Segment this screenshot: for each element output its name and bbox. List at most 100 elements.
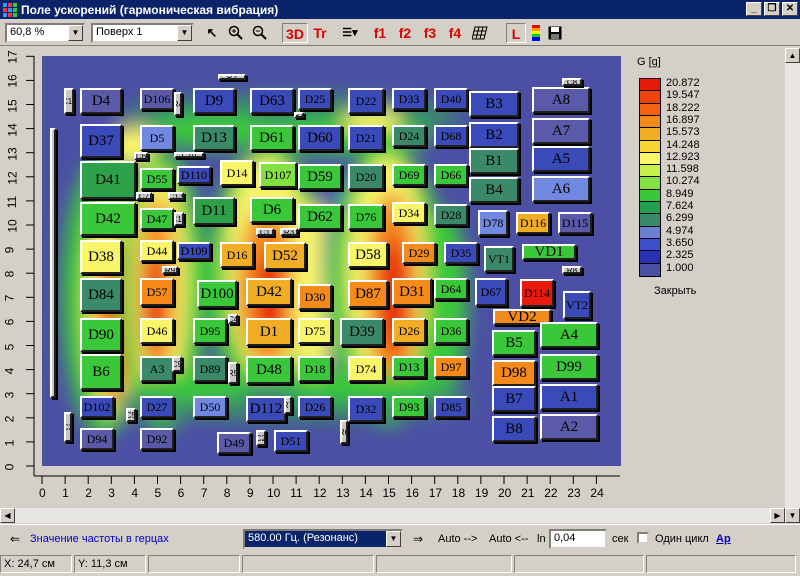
component-d32[interactable]: D32 [348,396,384,422]
component-a5[interactable]: A5 [532,146,590,172]
horizontal-scrollbar[interactable]: ◀ ▶ [0,508,785,523]
small-component-c1[interactable]: C1 [256,228,274,236]
chevron-down-icon[interactable]: ▼ [68,25,83,41]
component-d90[interactable]: D90 [80,318,122,352]
chevron-down-icon[interactable]: ▼ [177,25,192,41]
component-d16[interactable]: D16 [220,242,254,268]
component-d30[interactable]: D30 [298,284,332,310]
f2-button[interactable]: f2 [395,23,415,43]
component-d35[interactable]: D35 [444,242,478,264]
component-d18[interactable]: D18 [298,356,332,382]
component-d1[interactable]: D1 [246,318,292,346]
small-component-c4[interactable]: C4 [228,314,238,324]
small-component-c8[interactable]: C8 [562,78,582,86]
scroll-down-icon[interactable]: ▼ [785,508,800,523]
component-d11[interactable]: D11 [193,197,235,225]
small-component-r6[interactable]: R6 [340,420,348,444]
restore-button[interactable]: ❐ [764,2,780,16]
component-d61[interactable]: D61 [250,125,294,151]
component-d115[interactable]: D115 [558,212,592,234]
component-d68[interactable]: D68 [434,125,468,147]
component-d75[interactable]: D75 [298,318,332,344]
component-a8[interactable]: A8 [532,87,590,113]
component-d34[interactable]: D34 [392,202,426,224]
pointer-icon[interactable]: ↖ [203,23,221,43]
component-d38[interactable]: D38 [80,240,122,274]
component-b3[interactable]: B3 [469,91,519,117]
layer-select[interactable]: Поверх 1 ▼ [91,23,194,43]
time-input[interactable]: 0,04 [549,529,607,549]
component-d5[interactable]: D5 [140,125,174,151]
arrow-right-icon[interactable]: ⇒ [413,532,423,546]
component-d6[interactable]: D6 [250,197,294,223]
grid-icon[interactable] [470,23,490,43]
small-component-c10[interactable]: C10 [174,152,204,158]
component-d100[interactable]: D100 [197,280,237,308]
component-d76[interactable]: D76 [348,204,384,230]
component-d55[interactable]: D55 [140,168,174,190]
tr-button[interactable]: Tr [310,23,330,43]
chevron-down-icon[interactable]: ▼ [386,531,401,547]
component-d109[interactable]: D109 [177,242,211,260]
save-icon[interactable] [546,23,564,43]
component-d94[interactable]: D94 [80,428,114,450]
component-d48[interactable]: D48 [246,356,292,384]
component-d95[interactable]: D95 [193,318,227,344]
close-legend-button[interactable]: Закрыть [654,285,696,297]
component-d59[interactable]: D59 [298,164,342,190]
f1-button[interactable]: f1 [370,23,390,43]
component-d4[interactable]: D4 [80,88,122,114]
zoom-in-icon[interactable] [226,23,246,43]
component-d42[interactable]: D42 [80,202,136,236]
arrow-left-icon[interactable]: ⇐ [10,532,20,546]
ap-button[interactable]: Ap [716,533,731,545]
component-a3[interactable]: A3 [140,356,174,382]
component-d97[interactable]: D97 [434,356,468,378]
component-d87[interactable]: D87 [348,280,388,308]
component-d42[interactable]: D42 [246,278,292,306]
component-d63[interactable]: D63 [250,88,294,114]
connector-bar[interactable] [50,128,56,398]
component-d98[interactable]: D98 [492,360,536,386]
component-d29[interactable]: D29 [402,242,436,264]
small-component-c13[interactable]: C13 [168,192,184,200]
component-d112[interactable]: D112 [246,396,286,422]
small-component-r9[interactable]: R9 [162,266,178,274]
component-vd1[interactable]: VD1 [522,244,576,260]
component-d69[interactable]: D69 [392,164,426,186]
component-a4[interactable]: A4 [540,322,598,348]
component-b5[interactable]: B5 [492,330,536,356]
component-a6[interactable]: A6 [532,176,590,202]
small-component-r3[interactable]: R3 [280,228,298,236]
scroll-left-icon[interactable]: ◀ [0,508,15,523]
3d-view-button[interactable]: 3D [282,23,308,43]
small-component-r7[interactable]: R7 [284,396,292,414]
component-d31[interactable]: D31 [392,278,432,306]
component-d102[interactable]: D102 [80,396,114,418]
component-d107[interactable]: D107 [259,162,297,188]
frequency-select[interactable]: 580.00 Гц. (Резонанс) ▼ [243,529,403,549]
component-vt2[interactable]: VT2 [563,291,591,319]
component-d58[interactable]: D58 [348,242,388,268]
small-component-r2[interactable]: R2 [218,74,246,80]
component-a7[interactable]: A7 [532,118,590,144]
component-d13[interactable]: D13 [392,356,426,378]
one-cycle-checkbox[interactable] [637,532,649,544]
component-d114[interactable]: D114 [520,279,554,307]
component-b6[interactable]: B6 [80,354,122,390]
vertical-scrollbar[interactable]: ▲ ▼ [785,48,800,523]
component-d47[interactable]: D47 [140,208,174,230]
component-d21[interactable]: D21 [348,125,384,151]
component-d106[interactable]: D106 [140,88,174,110]
component-d9[interactable]: D9 [193,88,235,114]
component-d51[interactable]: D51 [274,430,308,452]
auto-back-button[interactable]: Auto <-- [489,533,528,545]
component-d33[interactable]: D33 [392,88,426,110]
component-d13[interactable]: D13 [193,125,235,151]
auto-forward-button[interactable]: Auto --> [438,533,477,545]
component-d67[interactable]: D67 [475,278,507,306]
component-d26[interactable]: D26 [298,396,332,418]
small-component-c2[interactable]: C2 [256,430,266,446]
l-button[interactable]: L [506,23,526,43]
component-d110[interactable]: D110 [177,166,211,184]
